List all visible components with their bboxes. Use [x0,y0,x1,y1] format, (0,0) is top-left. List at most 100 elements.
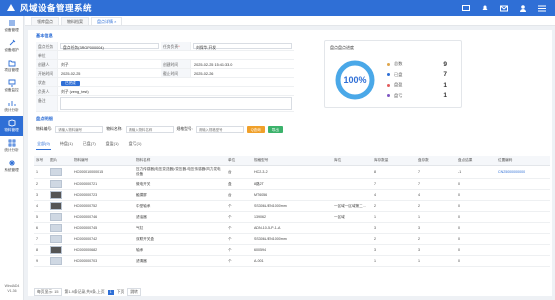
material-image[interactable] [50,191,62,199]
column-header[interactable]: 图片 [48,156,72,166]
spec-input[interactable] [195,126,244,133]
tab-count-detail[interactable]: 盘点详情 × [91,17,123,25]
material-image[interactable] [50,235,62,243]
user-icon[interactable] [518,3,528,13]
table-row[interactable]: 9 HC000000703 滤清器个 A-001 1 1 0 [34,255,550,267]
tab-material-archive[interactable]: 物料档案 [61,17,89,25]
sidebar-item-3[interactable]: 设备监控 [0,76,23,96]
table-row[interactable]: 2 HC000000721 微电开关盒 8路2T 7 7 0 [34,178,550,190]
cell-count: 3 [416,244,456,256]
cell-pos [496,233,550,245]
cell-result: 0 [456,244,496,256]
task-field[interactable]: 盘点任务(3RGP000004) [60,43,159,50]
table-row[interactable]: 5 HC000000746 滤油器个 139062 一区域 1 1 0 [34,211,550,223]
menu-icon[interactable] [537,3,547,13]
cell-result: 0 [456,255,496,267]
material-image[interactable] [50,213,62,221]
column-header[interactable]: 库存数量 [372,156,416,166]
table-row[interactable]: 4 HC000000752 中型轴承个 SS306L/EN1000mm 一区域一区域第二… [34,200,550,212]
cell-stock: 1 [372,255,416,267]
column-header[interactable]: 盘点结果 [456,156,496,166]
tab-counted[interactable]: 已盘(7) [82,140,97,150]
label-created-time: 创建时间 [161,60,191,68]
search-button[interactable]: Q查询 [246,126,265,133]
cell-loc: 一区域一区域第二... [332,200,372,212]
column-header[interactable]: 序号 [34,156,48,166]
column-header[interactable]: 盘存数 [416,156,456,166]
material-image[interactable] [50,246,62,254]
legend-item: 已盘 7 [387,70,447,81]
tab-deficit[interactable]: 盘亏(1) [128,140,143,150]
details-section-title: 盘点明细 [36,116,53,121]
column-header[interactable]: 物料编号 [72,156,134,166]
material-image[interactable] [50,180,62,188]
mail-icon[interactable] [499,3,509,13]
status-badge: 已完成 [61,80,80,86]
cell-name: 压力传感器(电压变送器)/变压器-电压传感器/风力发电设备 [134,165,226,179]
column-header[interactable]: 物料名称 [134,156,226,166]
column-header[interactable]: 规格型号 [252,156,332,166]
cell-name: 双联开关盒 [134,233,226,245]
sidebar-item-6[interactable]: 统计分析 [0,136,23,156]
page-1[interactable]: 1 [107,289,114,295]
tab-all[interactable]: 全部(9) [36,140,51,150]
cell-count: 4 [416,189,456,201]
screen-icon[interactable] [461,3,471,13]
table-row[interactable]: 3 HC000000723 触摸屏台 MT6056 4 4 0 [34,189,550,201]
sidebar-item-0[interactable]: 设备管理 [0,16,23,36]
cell-count: 7 [416,178,456,190]
sidebar-item-5[interactable]: 物料管理 [0,116,23,136]
per-page-select[interactable]: 每页显示: 15 [34,288,62,296]
legend-label: 盘盈 [394,82,403,88]
legend-value: 1 [443,92,447,100]
sidebar-item-7[interactable]: 系统管理 [0,156,23,176]
bell-icon[interactable] [480,3,490,13]
cell-stock: 2 [372,233,416,245]
cell-unit: 个 [226,200,252,212]
export-button[interactable]: 导出 [267,126,283,133]
column-header[interactable]: 位置编码 [496,156,550,166]
go-button[interactable]: 跳转 [127,288,141,296]
material-code-input[interactable] [55,126,104,133]
cell-pos [496,255,550,267]
remark-field[interactable] [60,97,292,110]
sidebar-item-1[interactable]: 设备维护 [0,36,23,56]
cell-unit: 盒 [226,178,252,190]
cell-no: 9 [34,255,48,267]
start-time-value: 2025-02-25 [61,71,81,76]
cell-pos [496,222,550,234]
cell-result: 0 [456,178,496,190]
table-row[interactable]: 7 HC000000742 双联开关盒个 SS306L/EN1000mm 2 2 0 [34,233,550,245]
close-icon[interactable]: × [114,19,116,24]
column-header[interactable]: 库位 [332,156,372,166]
cell-spec: HC2-3-2 [252,165,332,179]
search-bar: 物料编号: 物料名称: 规格型号: Q查询 导出 [36,126,283,133]
tab-count-detail-label: 盘点详情 [97,19,113,24]
material-image[interactable] [50,168,62,176]
tab-pending[interactable]: 待盘(1) [59,140,74,150]
material-image[interactable] [50,224,62,232]
thumbnail-cell [48,255,72,267]
table-row[interactable]: 1 HC000010000015 压力传感器(电压变送器)/变压器-电压传感器/风力… [34,165,550,179]
tab-surplus[interactable]: 盘盈(1) [105,140,120,150]
box-icon [8,119,15,127]
sidebar-item-2[interactable]: 项目管理 [0,56,23,76]
sidebar-item-4[interactable]: 统计分析 [0,96,23,116]
column-header[interactable]: 单位 [226,156,252,166]
cell-name: 中型轴承 [134,200,226,212]
owner-field[interactable]: 刘保华,开发 [193,43,292,50]
legend-label: 总数 [394,61,403,67]
material-image[interactable] [50,202,62,210]
material-name-input[interactable] [125,126,174,133]
material-image[interactable] [50,257,62,265]
next-page[interactable]: 下页 [117,290,125,295]
cell-count: 1 [416,211,456,223]
cell-code: HC000000746 [72,211,134,223]
cell-result: 0 [456,222,496,234]
table-row[interactable]: 8 HC000000682 轴承个 600594 3 3 0 [34,244,550,256]
cell-result: 0 [456,200,496,212]
cell-spec: 8路2T [252,178,332,190]
tab-inventory-count[interactable]: 领库盘点 [31,17,59,25]
table-row[interactable]: 6 HC000000745 气缸个 ADN-10-5-P-1-A 3 3 0 [34,222,550,234]
cell-pos [496,200,550,212]
